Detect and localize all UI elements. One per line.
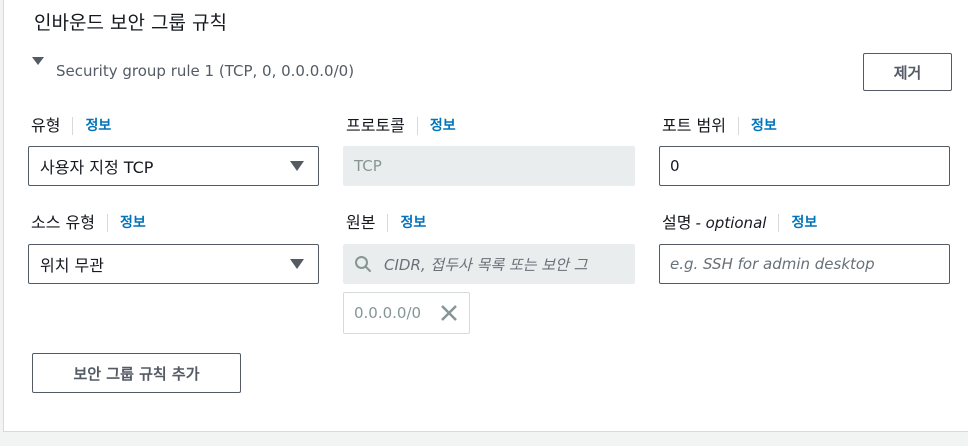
inbound-rules-panel: 인바운드 보안 그룹 규칙 Security group rule 1 (TCP… xyxy=(3,0,968,432)
add-rule-button[interactable]: 보안 그룹 규칙 추가 xyxy=(32,353,241,393)
source-type-info-link[interactable]: 정보 xyxy=(120,212,146,234)
divider xyxy=(72,117,74,135)
source-type-select-value: 위치 무관 xyxy=(40,256,104,275)
source-search-input[interactable]: CIDR, 접두사 목록 또는 보안 그 xyxy=(343,244,635,284)
optional-hint: - optional xyxy=(695,214,767,232)
protocol-info-link[interactable]: 정보 xyxy=(430,115,456,137)
source-label: 원본 xyxy=(346,213,376,232)
section-title: 인바운드 보안 그룹 규칙 xyxy=(34,12,227,34)
protocol-label: 프로토콜 xyxy=(346,116,405,135)
protocol-label-group: 프로토콜 정보 xyxy=(346,115,456,137)
rule-header[interactable]: Security group rule 1 (TCP, 0, 0.0.0.0/0… xyxy=(56,61,354,81)
type-select[interactable]: 사용자 지정 TCP xyxy=(28,146,319,186)
protocol-value: TCP xyxy=(354,157,382,175)
caret-down-icon[interactable] xyxy=(32,57,44,65)
type-info-link[interactable]: 정보 xyxy=(85,115,111,137)
divider xyxy=(737,117,739,135)
description-label-group: 설명 - optional 정보 xyxy=(662,212,817,234)
divider xyxy=(416,117,418,135)
source-type-label: 소스 유형 xyxy=(31,213,95,232)
port-range-label-group: 포트 범위 정보 xyxy=(662,115,777,137)
source-type-select[interactable]: 위치 무관 xyxy=(28,244,319,284)
description-label: 설명 xyxy=(662,213,692,232)
protocol-field: TCP xyxy=(343,146,635,186)
divider xyxy=(387,214,389,232)
remove-rule-button[interactable]: 제거 xyxy=(863,53,952,91)
source-token: 0.0.0.0/0 xyxy=(343,292,470,334)
description-input[interactable]: e.g. SSH for admin desktop xyxy=(659,244,950,284)
search-icon xyxy=(354,255,372,277)
port-range-input[interactable]: 0 xyxy=(659,146,950,186)
divider xyxy=(106,214,108,232)
source-type-label-group: 소스 유형 정보 xyxy=(31,212,146,234)
dropdown-arrow-icon xyxy=(290,161,304,171)
type-select-value: 사용자 지정 TCP xyxy=(40,158,154,177)
source-placeholder: CIDR, 접두사 목록 또는 보안 그 xyxy=(384,255,588,274)
dropdown-arrow-icon xyxy=(290,259,304,269)
source-info-link[interactable]: 정보 xyxy=(400,212,426,234)
port-range-label: 포트 범위 xyxy=(662,116,726,135)
source-label-group: 원본 정보 xyxy=(346,212,426,234)
description-placeholder: e.g. SSH for admin desktop xyxy=(670,255,875,273)
source-token-value: 0.0.0.0/0 xyxy=(354,304,422,322)
divider xyxy=(778,214,780,232)
port-range-info-link[interactable]: 정보 xyxy=(751,115,777,137)
port-range-value: 0 xyxy=(670,157,680,175)
close-icon[interactable] xyxy=(439,303,459,327)
type-label: 유형 xyxy=(31,116,61,135)
type-label-group: 유형 정보 xyxy=(31,115,111,137)
description-info-link[interactable]: 정보 xyxy=(791,212,817,234)
page-background-strip xyxy=(0,433,968,446)
